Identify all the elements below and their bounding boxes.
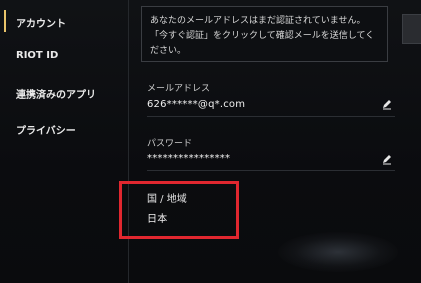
password-value: **************** xyxy=(147,153,231,164)
verify-now-button[interactable] xyxy=(402,14,421,44)
background-blur xyxy=(278,232,398,272)
notice-text-line-3: ださい。 xyxy=(150,46,187,56)
account-settings-screen: アカウント RIOT ID 連携済みのアプリ プライバシー あなたのメールアドレ… xyxy=(0,0,421,283)
sidebar-active-indicator xyxy=(4,10,6,32)
password-underline xyxy=(147,170,395,171)
email-underline xyxy=(147,116,395,117)
sidebar-item-privacy[interactable]: プライバシー xyxy=(16,122,76,137)
email-verification-notice: あなたのメールアドレスはまだ認証されていません。 「今すぐ認証」をクリックして確… xyxy=(141,6,388,62)
sidebar: アカウント RIOT ID 連携済みのアプリ プライバシー xyxy=(0,0,128,283)
sidebar-item-connected-apps[interactable]: 連携済みのアプリ xyxy=(16,86,96,101)
password-label: パスワード xyxy=(147,139,193,149)
email-value: 626******@q*.com xyxy=(147,99,246,110)
sidebar-item-riot-id[interactable]: RIOT ID xyxy=(16,50,58,61)
email-edit-icon[interactable] xyxy=(381,98,393,110)
email-label: メールアドレス xyxy=(147,84,211,94)
sidebar-item-account[interactable]: アカウント xyxy=(16,15,66,30)
notice-text-line-1: あなたのメールアドレスはまだ認証されていません。 xyxy=(150,16,366,26)
region-highlight-box xyxy=(119,181,239,239)
password-edit-icon[interactable] xyxy=(381,153,393,165)
notice-text-line-2: 「今すぐ認証」をクリックして確認メールを送信してく xyxy=(150,31,375,41)
sidebar-divider xyxy=(128,0,129,283)
